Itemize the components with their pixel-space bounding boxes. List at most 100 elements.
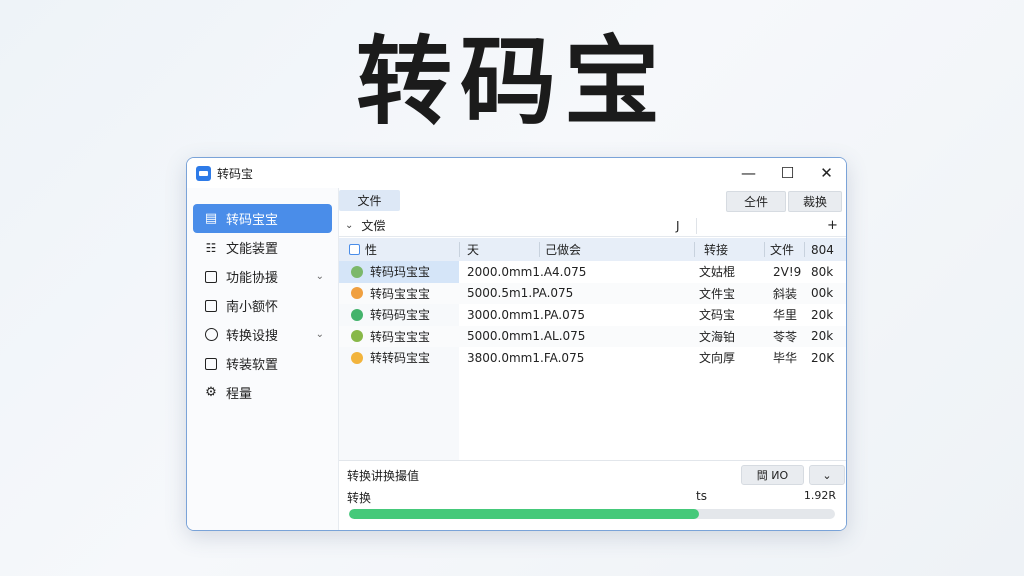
path-text: 文偿 xyxy=(361,219,386,233)
file-type-icon xyxy=(351,330,363,343)
path-marker: J xyxy=(676,218,680,233)
header-divider xyxy=(804,242,805,257)
row-type: 文码宝 xyxy=(699,308,736,323)
header-col2[interactable]: 天 xyxy=(467,238,479,261)
file-type-icon xyxy=(351,308,363,321)
select-all-checkbox[interactable] xyxy=(349,244,360,255)
gear-icon: ⚙ xyxy=(205,385,217,400)
sidebar-item-5[interactable]: 转装软置 xyxy=(193,349,332,378)
row-info: 5000.5m1.PA.075 xyxy=(467,286,574,301)
file-list: 转码玛宝宝 2000.0mm1.A4.075 文姑棍 2V!9 80k 转码宝宝宝 5000… xyxy=(339,261,846,369)
progress-size: 1.92R xyxy=(803,489,836,502)
progress-ts: ts xyxy=(696,489,707,503)
file-type-icon xyxy=(351,265,363,278)
box-icon xyxy=(203,298,219,314)
row-type: 文向厚 xyxy=(699,351,736,366)
row-status: 斜装 xyxy=(773,286,798,301)
table-row[interactable]: 转码码宝宝 3000.0mm1.PA.075 文码宝 华里 20k xyxy=(339,304,846,326)
header-name[interactable]: 性 xyxy=(349,238,377,261)
header-col5[interactable]: 文件 xyxy=(770,238,794,261)
maximize-button[interactable]: ☐ xyxy=(768,158,807,188)
toolbar-button-2[interactable]: 裁换 xyxy=(788,191,842,212)
row-info: 3000.0mm1.PA.075 xyxy=(467,307,586,322)
sidebar-item-3[interactable]: 南小额怀 xyxy=(193,291,332,320)
row-name: 转码玛宝宝 xyxy=(370,265,431,280)
sidebar-item-0[interactable]: ▤ 转码宝宝 xyxy=(193,204,332,233)
header-divider xyxy=(539,242,540,257)
status-action-button[interactable]: 閊 ИO xyxy=(741,465,804,485)
add-icon[interactable]: + xyxy=(827,218,838,233)
sidebar: ▤ 转码宝宝 ☷ 文能装置功能协援 ⌄ 南小额怀转换设搜 ⌄ 转装软置 ⚙ 程量 xyxy=(187,188,339,530)
header-divider xyxy=(459,242,460,257)
close-button[interactable]: ✕ xyxy=(807,158,846,188)
table-row[interactable]: 转码宝宝宝 5000.0mm1.AL.075 文海铂 苓苓 20k xyxy=(339,325,846,348)
row-size: 00k xyxy=(811,286,834,301)
chevron-down-icon[interactable]: ⌄ xyxy=(316,329,324,340)
box-icon xyxy=(203,356,219,372)
row-info: 2000.0mm1.A4.075 xyxy=(467,264,587,279)
table-row[interactable]: 转码玛宝宝 2000.0mm1.A4.075 文姑棍 2V!9 80k xyxy=(339,261,846,283)
window-controls: — ☐ ✕ xyxy=(729,158,846,188)
row-name: 转码宝宝宝 xyxy=(370,329,431,344)
row-name-cell[interactable]: 转码宝宝宝 xyxy=(339,283,459,305)
row-info: 5000.0mm1.AL.075 xyxy=(467,329,586,344)
app-logo-icon xyxy=(196,165,211,181)
hero-title: 转码宝 xyxy=(356,26,668,138)
row-name-cell[interactable]: 转转码宝宝 xyxy=(339,347,459,369)
row-status: 毕华 xyxy=(773,351,798,366)
sidebar-item-label: 功能协援 xyxy=(226,271,279,286)
row-name-cell[interactable]: 转码玛宝宝 xyxy=(339,261,459,283)
table-row[interactable]: 转码宝宝宝 5000.5m1.PA.075 文件宝 斜装 00k xyxy=(339,282,846,305)
row-status: 2V!9 xyxy=(773,264,802,279)
title-bar[interactable]: 转码宝 — ☐ ✕ xyxy=(187,158,846,188)
row-name-cell[interactable]: 转码码宝宝 xyxy=(339,304,459,326)
chevron-down-icon[interactable]: ⌄ xyxy=(345,220,353,231)
toolbar: 文件 仝件 裁换 xyxy=(339,190,846,212)
sidebar-item-label: 南小额怀 xyxy=(226,300,279,315)
progress-bar xyxy=(349,509,835,519)
minimize-button[interactable]: — xyxy=(729,158,768,188)
sidebar-item-4[interactable]: 转换设搜 ⌄ xyxy=(193,320,332,349)
path-divider xyxy=(696,218,697,234)
row-size: 80k xyxy=(811,264,834,279)
table-row[interactable]: 转转码宝宝 3800.0mm1.FA.075 文向厚 毕华 20K xyxy=(339,347,846,369)
sidebar-item-2[interactable]: 功能协援 ⌄ xyxy=(193,262,332,291)
row-type: 文海铂 xyxy=(699,329,736,344)
row-name: 转码宝宝宝 xyxy=(370,286,431,301)
row-status: 华里 xyxy=(773,308,798,323)
sidebar-item-6[interactable]: ⚙ 程量 xyxy=(193,378,332,407)
header-col6[interactable]: 804 xyxy=(811,238,834,261)
toolbar-button-1[interactable]: 仝件 xyxy=(726,191,786,212)
row-name-cell[interactable]: 转码宝宝宝 xyxy=(339,326,459,348)
sidebar-item-label: 转码宝宝 xyxy=(226,213,279,228)
clock-icon xyxy=(203,327,219,343)
sidebar-item-label: 程量 xyxy=(226,387,253,402)
header-col4[interactable]: 转接 xyxy=(704,238,728,261)
header-name-label: 性 xyxy=(365,243,378,257)
row-info: 3800.0mm1.FA.075 xyxy=(467,350,585,365)
row-name: 转码码宝宝 xyxy=(370,308,431,323)
grid-icon: ☷ xyxy=(205,240,217,255)
window-title: 转码宝 xyxy=(217,166,254,181)
row-size: 20k xyxy=(811,307,834,322)
row-status: 苓苓 xyxy=(773,329,798,344)
box-icon xyxy=(203,269,219,285)
sidebar-item-1[interactable]: ☷ 文能装置 xyxy=(193,233,332,262)
file-type-icon xyxy=(351,287,363,300)
row-type: 文件宝 xyxy=(699,286,736,301)
status-dropdown-button[interactable]: ⌄ xyxy=(809,465,845,485)
path-bar[interactable]: ⌄ 文偿 J + xyxy=(339,215,846,237)
file-type-icon xyxy=(351,351,363,364)
sidebar-item-label: 文能装置 xyxy=(226,242,279,257)
chevron-down-icon[interactable]: ⌄ xyxy=(316,271,324,282)
sidebar-item-label: 转装软置 xyxy=(226,358,279,373)
app-window: 转码宝 — ☐ ✕ ▤ 转码宝宝 ☷ 文能装置功能协援 ⌄ 南小额怀转换设搜 ⌄ 转装软置 ⚙ 程… xyxy=(186,157,847,531)
status-panel: 转换讲换撮值 閊 ИO ⌄ 转换 ts 1.92R xyxy=(339,460,846,530)
tab-file[interactable]: 文件 xyxy=(339,190,400,211)
header-col3[interactable]: 己做会 xyxy=(545,238,581,261)
row-type: 文姑棍 xyxy=(699,265,736,280)
status-label: 转换讲换撮值 xyxy=(347,469,420,483)
progress-fill xyxy=(349,509,699,519)
header-divider xyxy=(764,242,765,257)
row-size: 20K xyxy=(811,350,835,365)
